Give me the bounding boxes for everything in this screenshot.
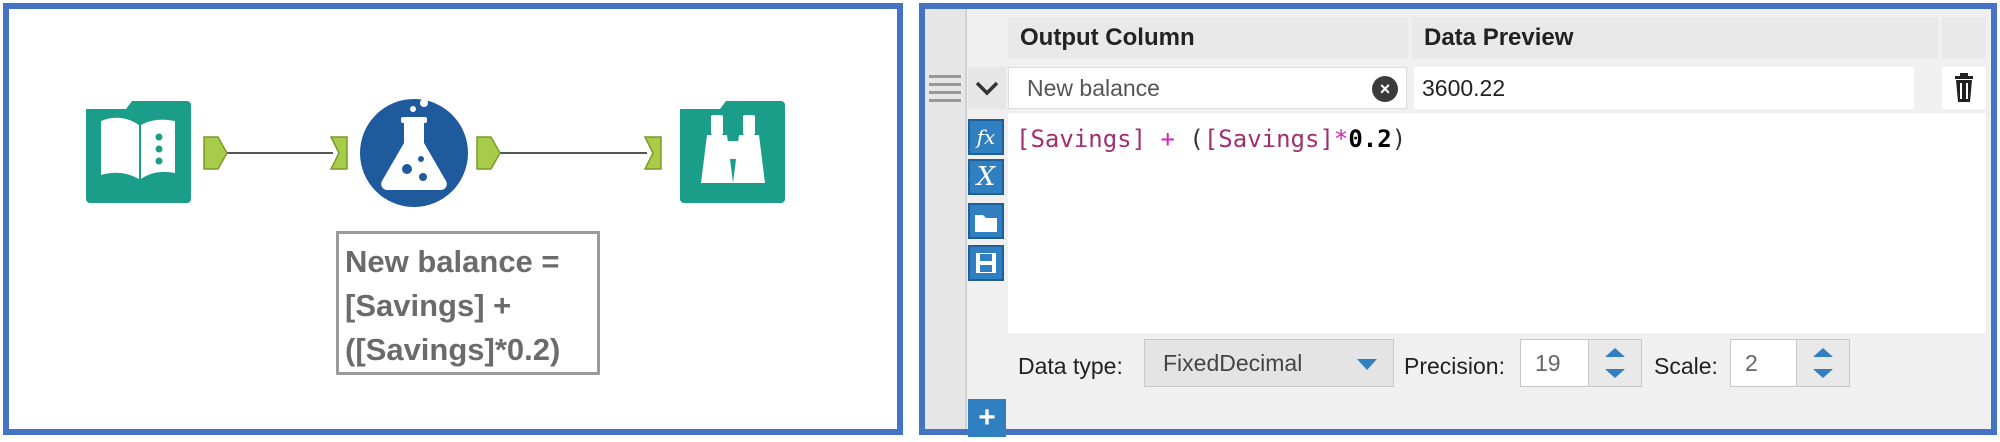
data-preview-header: Data Preview <box>1412 17 1938 59</box>
book-icon <box>101 117 175 179</box>
open-expression-icon[interactable] <box>968 203 1004 239</box>
expression-token-op: + <box>1160 125 1175 153</box>
expression-token-field: [Savings] <box>1016 125 1147 153</box>
delete-button[interactable] <box>1942 67 1986 109</box>
data-type-value: FixedDecimal <box>1163 350 1303 376</box>
up-down-arrows-icon <box>1813 348 1833 378</box>
trash-icon <box>1955 73 1973 102</box>
input-data-tool[interactable] <box>86 101 191 203</box>
precision-label: Precision: <box>1404 353 1505 379</box>
header-spacer <box>1942 17 1986 59</box>
annotation-line: New balance = <box>345 244 560 279</box>
formula-tool[interactable] <box>360 99 468 207</box>
scale-label: Scale: <box>1654 353 1718 379</box>
variables-glyph: X <box>976 162 996 192</box>
input-anchor[interactable] <box>329 136 348 170</box>
expression-token-punc: ( <box>1174 125 1204 153</box>
browse-tool[interactable] <box>680 101 785 203</box>
output-column-input[interactable]: New balance × <box>1008 67 1407 109</box>
precision-stepper[interactable]: 19 <box>1520 339 1642 387</box>
formula-config-panel: Output Column Data Preview New balance ×… <box>919 3 1997 437</box>
scale-value: 2 <box>1745 350 1758 376</box>
type-settings-bar: Data type: FixedDecimal Precision: 19 Sc… <box>1008 333 1986 397</box>
precision-value: 19 <box>1535 350 1561 376</box>
input-anchor[interactable] <box>643 136 662 170</box>
expression-token-op: * <box>1333 125 1349 153</box>
output-column-value: New balance <box>1027 75 1160 101</box>
save-expression-icon[interactable] <box>968 245 1004 281</box>
expression-token-punc: ) <box>1391 125 1407 153</box>
functions-icon[interactable]: fx <box>968 119 1004 155</box>
workflow-canvas: New balance = [Savings] + ([Savings]*0.2… <box>3 3 903 435</box>
scale-spin-buttons[interactable] <box>1796 340 1849 386</box>
expression-token-field: [Savings] <box>1203 125 1334 153</box>
expression-token-num: 0.2 <box>1348 125 1392 153</box>
annotation-line: [Savings] + <box>345 288 512 323</box>
drag-handle-icon[interactable] <box>929 71 961 105</box>
functions-glyph: fx <box>976 125 996 149</box>
data-type-select[interactable]: FixedDecimal <box>1144 339 1394 387</box>
collapse-button[interactable] <box>968 67 1006 109</box>
data-type-label: Data type: <box>1018 353 1123 379</box>
floppy-icon <box>976 253 996 273</box>
expression-editor[interactable]: [Savings] + ([Savings]*0.2) <box>1008 113 1986 333</box>
add-row-strip <box>1008 399 1986 429</box>
output-anchor[interactable] <box>203 136 228 170</box>
add-formula-button[interactable]: + <box>968 399 1006 437</box>
data-preview-value: 3600.22 <box>1414 67 1914 109</box>
tool-annotation: New balance = [Savings] + ([Savings]*0.2… <box>336 231 600 375</box>
annotation-line: ([Savings]*0.2) <box>345 332 561 367</box>
up-down-arrows-icon <box>1605 348 1625 378</box>
precision-spin-buttons[interactable] <box>1588 340 1641 386</box>
clear-icon[interactable]: × <box>1372 76 1398 102</box>
variables-icon[interactable]: X <box>968 159 1004 195</box>
chevron-down-icon <box>975 81 999 96</box>
dropdown-arrow-icon <box>1357 359 1377 370</box>
expression-token-punc <box>1146 125 1160 153</box>
expression-text[interactable]: [Savings] + ([Savings]*0.2) <box>1016 125 1406 153</box>
output-column-header: Output Column <box>1008 17 1408 59</box>
scale-stepper[interactable]: 2 <box>1730 339 1850 387</box>
output-anchor[interactable] <box>476 136 501 170</box>
folder-icon <box>975 215 997 232</box>
